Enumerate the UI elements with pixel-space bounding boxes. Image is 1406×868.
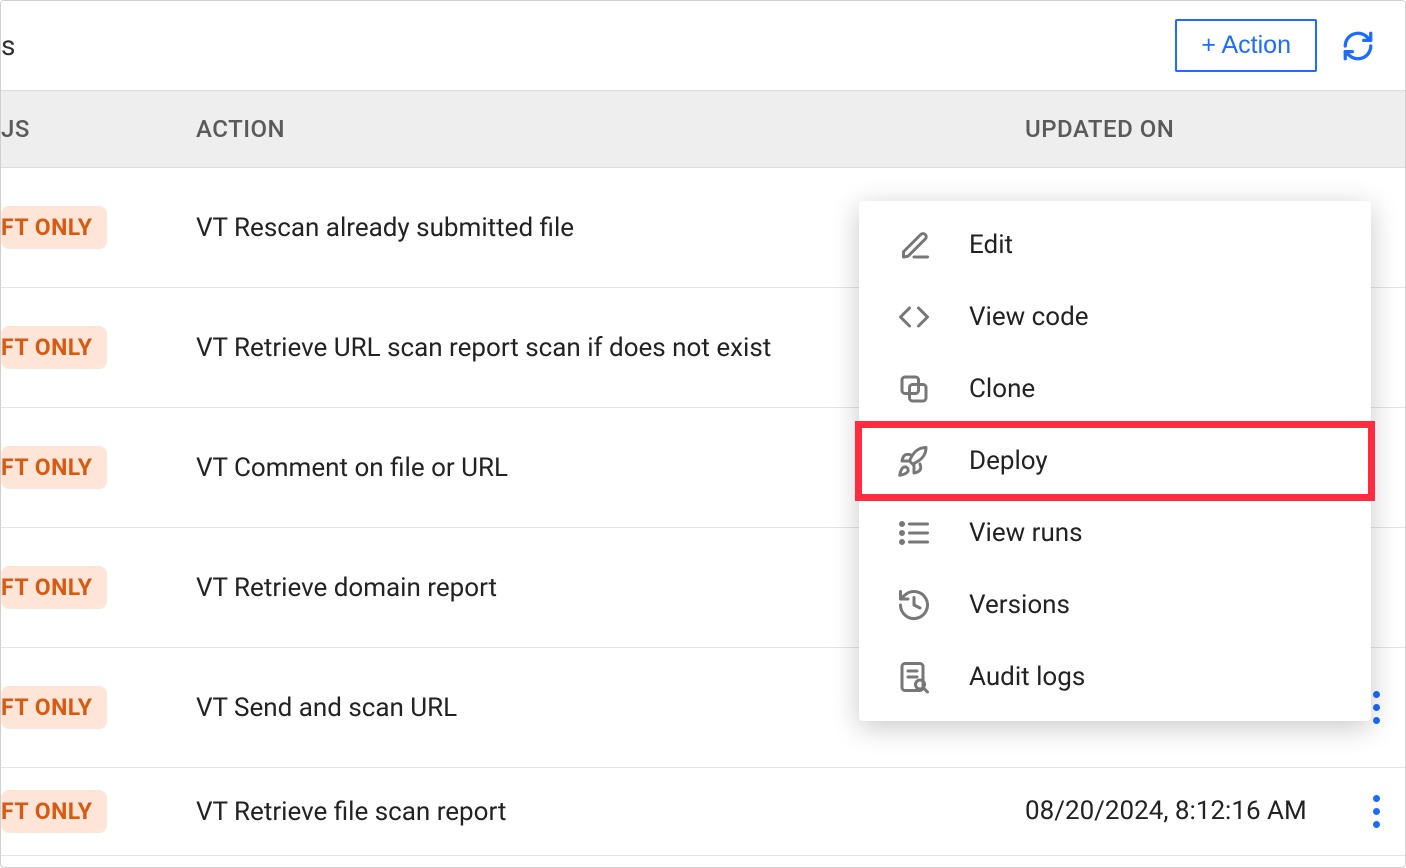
menu-item-label: Versions [969, 590, 1070, 620]
column-header-updated: UPDATED ON [1025, 115, 1405, 143]
menu-item-label: View code [969, 302, 1089, 332]
kebab-icon[interactable] [1373, 795, 1380, 828]
add-action-button[interactable]: + Action [1175, 19, 1317, 72]
list-icon [895, 514, 933, 552]
menu-item-label: Audit logs [969, 662, 1085, 692]
history-icon [895, 586, 933, 624]
menu-item-view-code[interactable]: View code [859, 281, 1371, 353]
menu-item-audit-logs[interactable]: Audit logs [859, 641, 1371, 713]
menu-item-label: View runs [969, 518, 1083, 548]
menu-item-versions[interactable]: Versions [859, 569, 1371, 641]
section-title: s [1, 29, 15, 62]
updated-cell: 08/20/2024, 8:12:16 AM [1025, 794, 1347, 829]
status-badge: FT ONLY [1, 686, 107, 729]
status-badge: FT ONLY [1, 790, 107, 833]
status-cell: FT ONLY [1, 574, 196, 601]
status-cell: FT ONLY [1, 214, 196, 241]
status-cell: FT ONLY [1, 694, 196, 721]
menu-item-view-runs[interactable]: View runs [859, 497, 1371, 569]
row-menu-cell [1347, 795, 1405, 828]
status-cell: FT ONLY [1, 454, 196, 481]
audit-icon [895, 658, 933, 696]
action-cell: VT Retrieve file scan report [196, 797, 1025, 827]
status-badge: FT ONLY [1, 206, 107, 249]
table-header: JS ACTION UPDATED ON [1, 90, 1405, 168]
context-menu: Edit View code Clone [859, 201, 1371, 721]
status-badge: FT ONLY [1, 566, 107, 609]
column-header-action: ACTION [196, 115, 1025, 143]
menu-item-clone[interactable]: Clone [859, 353, 1371, 425]
clone-icon [895, 370, 933, 408]
status-cell: FT ONLY [1, 798, 196, 825]
menu-item-label: Clone [969, 374, 1035, 404]
edit-icon [895, 226, 933, 264]
app-container: s + Action JS ACTION UPDATED ON FT ONLY … [0, 0, 1406, 868]
column-header-status: JS [1, 115, 196, 143]
table-row[interactable]: FT ONLY VT Retrieve file scan report 08/… [1, 768, 1405, 856]
code-icon [895, 298, 933, 336]
refresh-icon[interactable] [1341, 29, 1375, 63]
menu-item-edit[interactable]: Edit [859, 209, 1371, 281]
menu-item-label: Edit [969, 230, 1013, 260]
menu-item-deploy[interactable]: Deploy [859, 425, 1371, 497]
menu-item-label: Deploy [969, 446, 1048, 476]
toolbar: s + Action [1, 1, 1405, 90]
toolbar-actions: + Action [1175, 19, 1375, 72]
status-badge: FT ONLY [1, 326, 107, 369]
kebab-icon[interactable] [1373, 691, 1380, 724]
rocket-icon [895, 442, 933, 480]
status-cell: FT ONLY [1, 334, 196, 361]
status-badge: FT ONLY [1, 446, 107, 489]
